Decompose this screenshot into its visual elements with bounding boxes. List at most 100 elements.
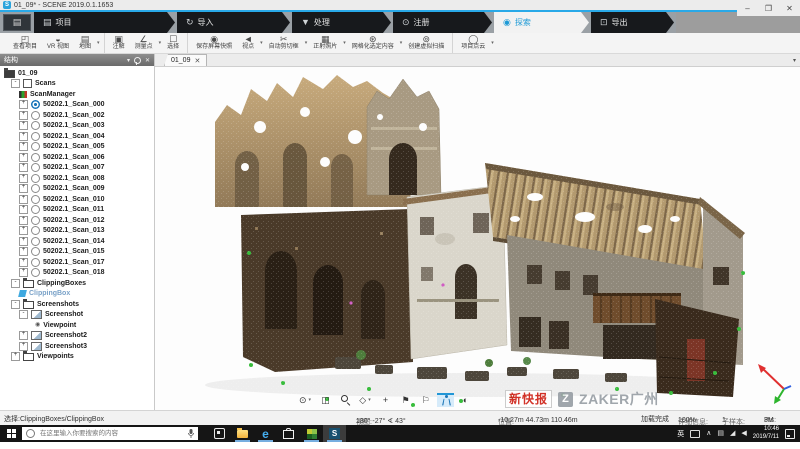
chevron-down-icon[interactable]: ▾ — [400, 40, 403, 46]
minimize-button[interactable]: – — [737, 0, 758, 16]
tree-item-scan[interactable]: + 50202.1_Scan_006 — [0, 152, 154, 163]
tree-item-scan[interactable]: + 50202.1_Scan_008 — [0, 173, 154, 184]
tab-close-icon[interactable]: ✕ — [194, 57, 200, 65]
ribbon-tab[interactable]: ◉ 探索 — [494, 12, 589, 33]
expand-icon[interactable]: + — [19, 216, 28, 225]
view-tool-button[interactable]: ◫ — [317, 393, 334, 407]
tree-item-screenshot2[interactable]: + Screenshot2 — [0, 331, 154, 342]
expand-icon[interactable]: + — [19, 195, 28, 204]
tree-item-clippingboxes[interactable]: - ClippingBoxes — [0, 278, 154, 289]
action-center-icon[interactable] — [785, 429, 795, 439]
clock[interactable]: 10:46 2019/7/11 — [753, 426, 779, 441]
tree-item-scan[interactable]: + 50202.1_Scan_000 — [0, 100, 154, 111]
collapse-icon[interactable]: - — [19, 310, 28, 319]
tray-expand-caret-icon[interactable]: ∧ — [706, 430, 711, 437]
expand-icon[interactable]: + — [19, 226, 28, 235]
collapse-icon[interactable]: - — [11, 300, 20, 309]
tree-item-scan[interactable]: + 50202.1_Scan_005 — [0, 142, 154, 153]
tree-item-scan[interactable]: + 50202.1_Scan_015 — [0, 247, 154, 258]
tree-item-scans[interactable]: - Scans — [0, 79, 154, 90]
expand-icon[interactable]: + — [19, 111, 28, 120]
expand-icon[interactable]: + — [19, 342, 28, 351]
tree-item-viewpoint[interactable]: ◉ Viewpoint — [0, 320, 154, 331]
document-tab[interactable]: 01_09 ✕ — [164, 54, 207, 66]
tree-item-root[interactable]: 01_09 — [0, 68, 154, 79]
tree-item-scan[interactable]: + 50202.1_Scan_011 — [0, 205, 154, 216]
expand-icon[interactable]: + — [19, 258, 28, 267]
toolbar-button[interactable]: ▣ 注解 — [108, 33, 130, 53]
expand-icon[interactable]: + — [19, 121, 28, 130]
panel-close-icon[interactable]: ✕ — [145, 57, 150, 64]
view-tool-button[interactable] — [437, 393, 454, 407]
expand-icon[interactable]: + — [19, 132, 28, 141]
view-tool-button[interactable]: ⚐ — [417, 393, 434, 407]
start-button[interactable] — [0, 425, 22, 442]
view-tool-button[interactable]: ◐ — [457, 393, 474, 407]
collapse-icon[interactable]: - — [11, 79, 20, 88]
taskbar-app-button[interactable] — [231, 425, 254, 442]
tree-item-screenshot1[interactable]: - Screenshot — [0, 310, 154, 321]
chevron-down-icon[interactable]: ▾ — [305, 40, 308, 46]
expand-icon[interactable]: + — [19, 142, 28, 151]
tree-item-scan[interactable]: + 50202.1_Scan_007 — [0, 163, 154, 174]
tab-overflow-caret-icon[interactable]: ▾ — [793, 57, 800, 64]
tree-item-scan[interactable]: + 50202.1_Scan_017 — [0, 257, 154, 268]
collapse-icon[interactable]: - — [11, 279, 20, 288]
tree-item-scan[interactable]: + 50202.1_Scan_013 — [0, 226, 154, 237]
toolbar-button[interactable]: ▤ 地图 — [74, 33, 96, 53]
taskbar-app-button[interactable] — [254, 425, 277, 442]
taskbar-search[interactable] — [22, 427, 198, 440]
chevron-down-icon[interactable]: ▾ — [97, 40, 100, 46]
expand-icon[interactable]: + — [19, 100, 28, 109]
tree-item-scan[interactable]: + 50202.1_Scan_010 — [0, 194, 154, 205]
chevron-down-icon[interactable]: ▾ — [159, 40, 162, 46]
expand-icon[interactable]: + — [11, 352, 20, 361]
toolbar-button[interactable]: ◉ 保存屏幕快照 — [191, 33, 237, 53]
view-tool-button[interactable] — [337, 393, 354, 407]
taskbar-app-button[interactable] — [208, 425, 231, 442]
tree-item-scan[interactable]: + 50202.1_Scan_014 — [0, 236, 154, 247]
taskbar-app-button[interactable] — [300, 425, 323, 442]
view-tool-button[interactable]: + — [377, 393, 394, 407]
tree-item-scan[interactable]: + 50202.1_Scan_003 — [0, 121, 154, 132]
toolbar-button[interactable]: ◒ VR 视图 — [42, 33, 74, 53]
taskbar-app-button[interactable] — [323, 425, 346, 442]
close-button[interactable]: ✕ — [779, 0, 800, 16]
toolbar-button[interactable]: ◄ 视点 — [237, 33, 259, 53]
tree-item-scan[interactable]: + 50202.1_Scan_009 — [0, 184, 154, 195]
expand-icon[interactable]: + — [19, 174, 28, 183]
ribbon-tab[interactable]: ▼ 处理 — [292, 12, 391, 33]
expand-icon[interactable]: + — [19, 247, 28, 256]
expand-icon[interactable]: + — [19, 153, 28, 162]
toolbar-button[interactable]: ▦ 正射照片 — [308, 33, 342, 53]
ribbon-tab[interactable]: ↻ 导入 — [177, 12, 290, 33]
view-tool-button[interactable]: ◇ ▾ — [357, 393, 374, 407]
tree-item-clippingbox[interactable]: ClippingBox — [0, 289, 154, 300]
tree-item-scanmanager[interactable]: ScanManager — [0, 89, 154, 100]
tree-item-viewpoints[interactable]: + Viewpoints — [0, 352, 154, 363]
ribbon-tab[interactable]: ⊡ 导出 — [591, 12, 674, 33]
expand-icon[interactable]: + — [19, 268, 28, 277]
signal-icon[interactable]: ◢ — [730, 430, 735, 437]
ribbon-tab[interactable]: ⊙ 注册 — [393, 12, 492, 33]
toolbar-button[interactable]: ⊛ 网格化选定内容 — [347, 33, 399, 53]
3d-viewport[interactable]: ⊙ ▾ ◫ — [155, 67, 800, 410]
touch-keyboard-icon[interactable] — [690, 430, 700, 438]
expand-icon[interactable]: + — [19, 237, 28, 246]
ribbon-tab[interactable]: ▤ 项目 — [34, 12, 175, 33]
app-menu-button[interactable]: ▤ — [3, 14, 31, 31]
view-tool-button[interactable]: ⚑ — [397, 393, 414, 407]
expand-icon[interactable]: + — [19, 205, 28, 214]
view-tool-button[interactable]: ⊙ ▾ — [297, 393, 314, 407]
taskbar-app-button[interactable] — [277, 425, 300, 442]
ime-indicator[interactable]: 英 — [677, 429, 684, 439]
pin-icon[interactable] — [134, 57, 141, 64]
chevron-down-icon[interactable]: ▾ — [491, 40, 494, 46]
maximize-button[interactable]: ❐ — [758, 0, 779, 16]
volume-icon[interactable]: ◀ — [741, 430, 746, 437]
toolbar-button[interactable]: ⊚ 创建虚拟扫描 — [403, 33, 449, 53]
tree-item-scan[interactable]: + 50202.1_Scan_012 — [0, 215, 154, 226]
toolbar-button[interactable]: ✂ 自动剪切框 — [264, 33, 304, 53]
tree-item-screenshots[interactable]: - Screenshots — [0, 299, 154, 310]
network-icon[interactable]: ▤ — [717, 430, 724, 437]
